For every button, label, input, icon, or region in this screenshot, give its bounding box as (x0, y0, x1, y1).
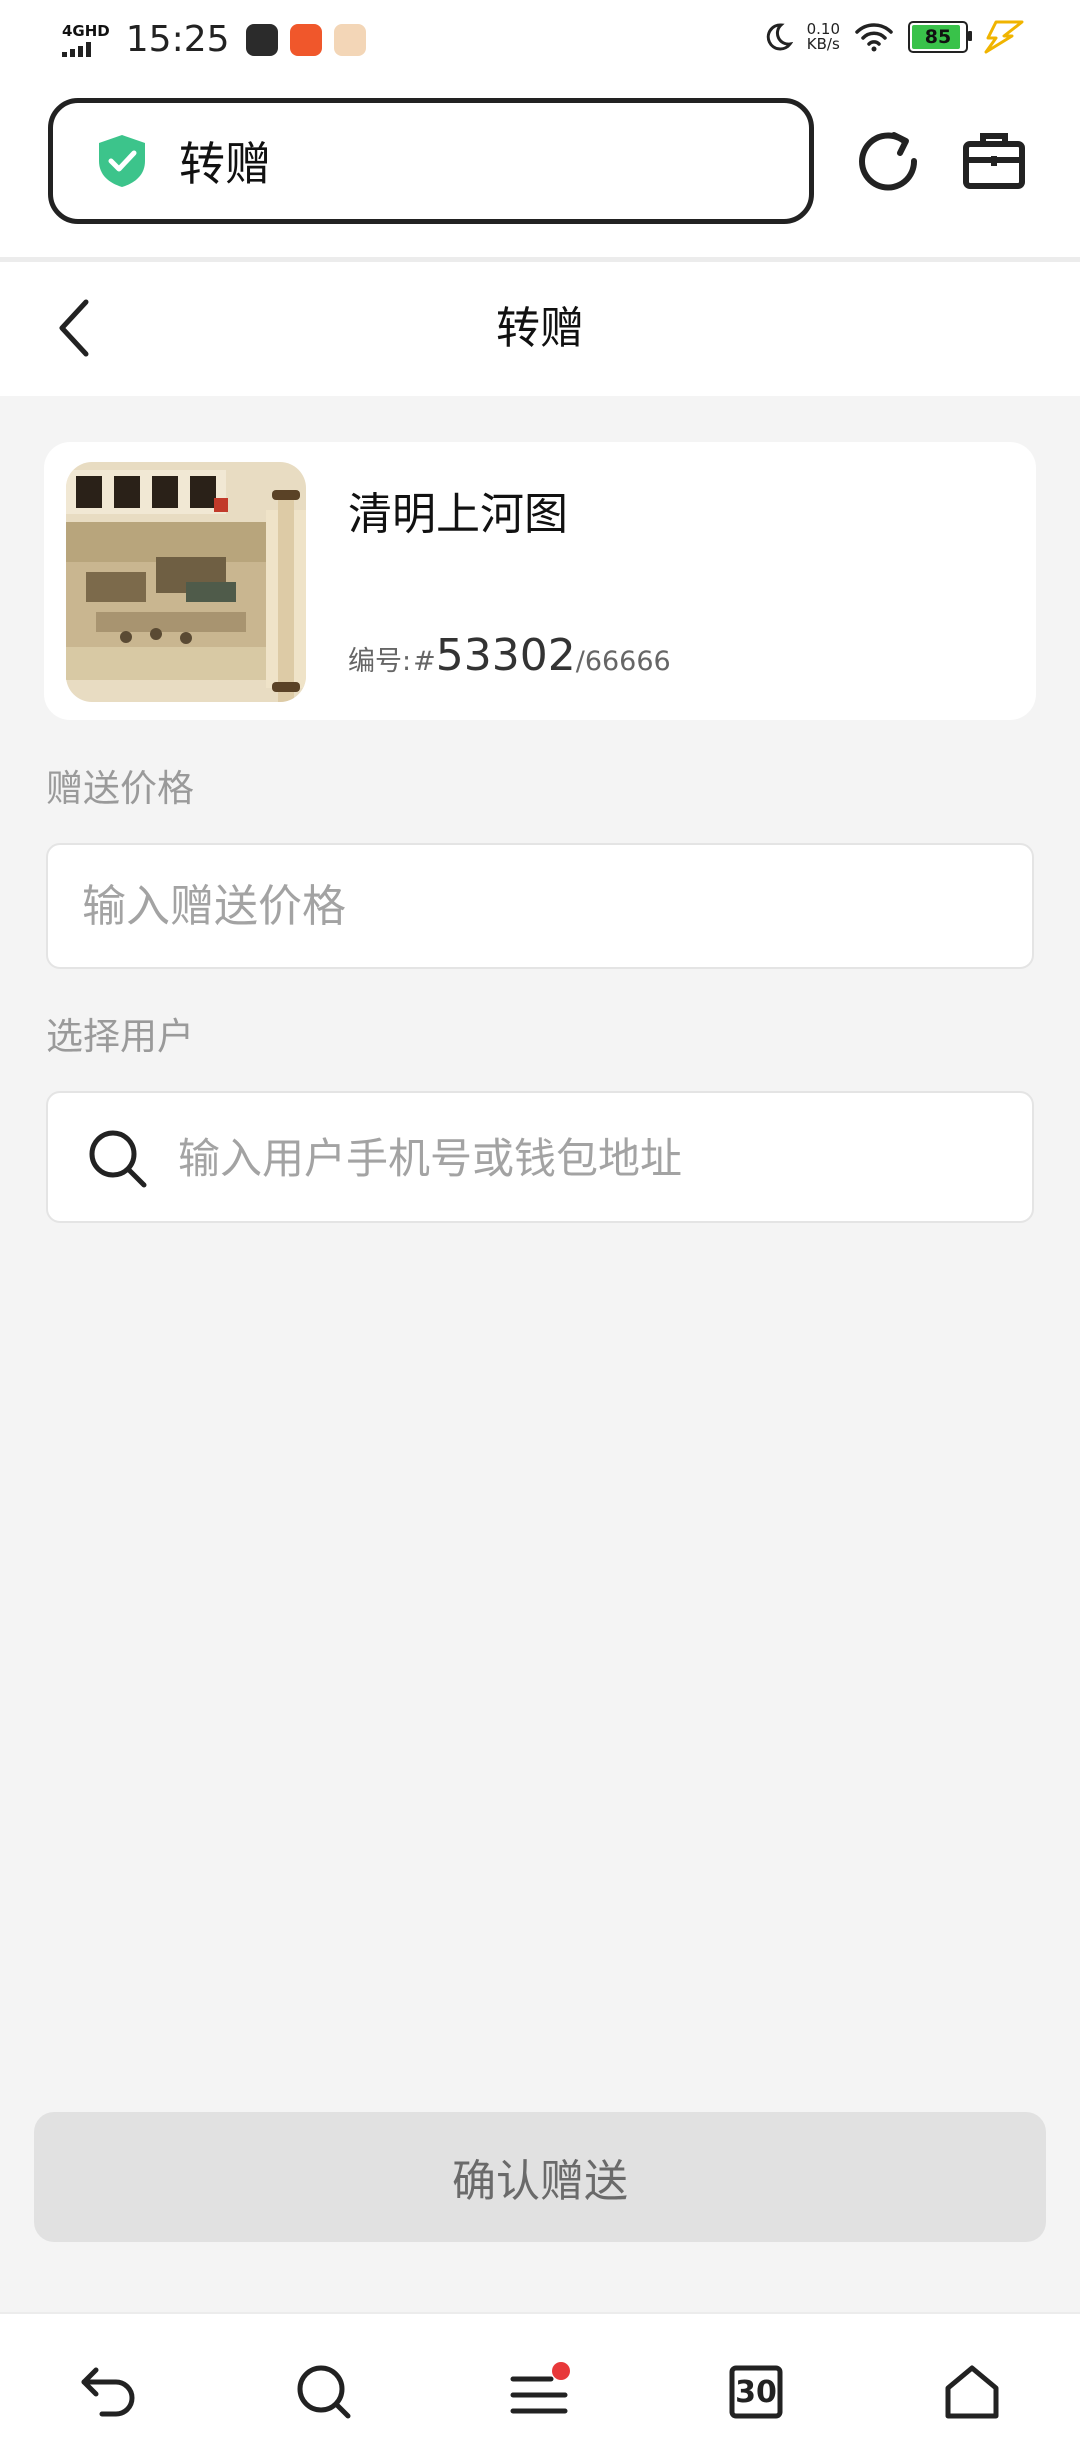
serial-total: /66666 (575, 646, 671, 677)
wifi-icon (855, 23, 893, 52)
moon-icon (766, 23, 793, 51)
nft-serial: 编号: # 53302 /66666 (348, 630, 671, 681)
nft-thumbnail (66, 462, 306, 702)
page-title: 转赠 (496, 303, 584, 354)
search-icon (297, 2365, 351, 2419)
clock-time: 15:25 (125, 19, 230, 60)
tab-count: 30 (735, 2374, 777, 2410)
network-speed-unit: KB/s (806, 35, 840, 53)
nav-menu-button[interactable] (500, 2352, 580, 2432)
bottom-navigation: 30 (0, 2312, 1080, 2460)
notification-app-icon (289, 24, 322, 56)
search-icon (89, 1130, 147, 1188)
notification-dot-icon (552, 2362, 570, 2380)
network-type: 4GHD (62, 21, 110, 40)
nft-name: 清明上河图 (348, 489, 568, 540)
page-header: 转赠 (0, 262, 1080, 396)
serial-label: 编号: (348, 646, 412, 677)
price-label: 赠送价格 (46, 767, 194, 810)
home-icon (945, 2365, 999, 2419)
serial-prefix: # (413, 646, 436, 677)
battery-icon: 85 (908, 21, 972, 53)
price-field (46, 843, 1034, 969)
toolbox-button[interactable] (958, 124, 1030, 198)
toolbox-icon (963, 133, 1025, 189)
battery-level: 85 (924, 26, 952, 48)
scroll-painting-image (66, 462, 306, 702)
charging-bolt-icon (984, 20, 1024, 54)
status-bar: 4GHD 15:25 0.10 KB/s 85 (0, 0, 1080, 80)
browser-toolbar: 转赠 (0, 80, 1080, 258)
confirm-gift-button[interactable]: 确认赠送 (34, 2112, 1046, 2242)
reload-icon (859, 132, 918, 191)
menu-icon (510, 2362, 570, 2414)
nav-search-button[interactable] (284, 2352, 364, 2432)
undo-arrow-icon (81, 2367, 135, 2417)
nav-home-button[interactable] (932, 2352, 1012, 2432)
user-label: 选择用户 (46, 1015, 194, 1058)
notification-app-icon (333, 24, 366, 56)
address-text: 转赠 (179, 137, 271, 191)
chevron-left-icon (59, 299, 89, 357)
signal-indicator: 4GHD (62, 21, 110, 57)
nav-back-button[interactable] (68, 2352, 148, 2432)
status-right: 0.10 KB/s 85 (761, 20, 1024, 54)
user-search-field (46, 1091, 1034, 1223)
nft-card: 清明上河图 编号: # 53302 /66666 (44, 442, 1036, 720)
network-speed: 0.10 KB/s (807, 22, 840, 52)
status-left: 4GHD 15:25 (62, 18, 378, 62)
serial-number: 53302 (435, 630, 576, 681)
nav-tabs-button[interactable]: 30 (716, 2352, 796, 2432)
reload-button[interactable] (852, 124, 924, 198)
signal-bars-icon (62, 41, 91, 57)
back-button[interactable] (44, 288, 104, 368)
secure-shield-icon (99, 135, 145, 187)
user-search-input[interactable] (176, 1093, 1000, 1223)
price-input[interactable] (48, 845, 1032, 967)
address-bar[interactable]: 转赠 (48, 98, 814, 224)
notification-app-icon (245, 24, 278, 56)
